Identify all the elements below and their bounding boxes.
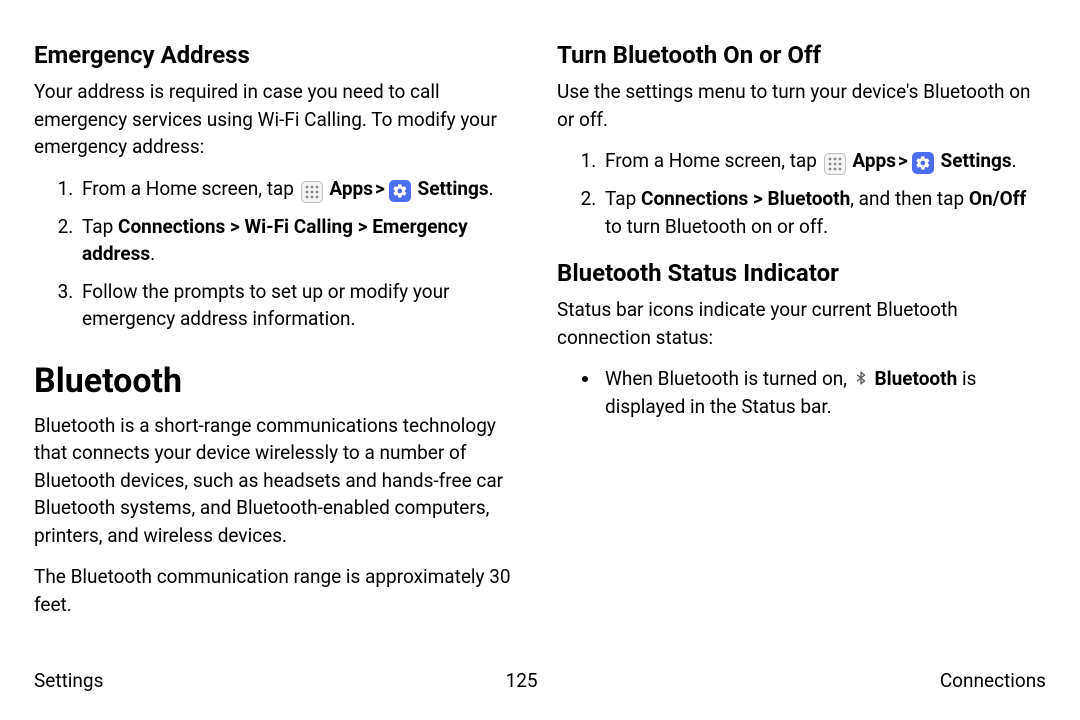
bt-status-bullet: When Bluetooth is turned on, Bluetooth i… — [601, 365, 1046, 420]
apps-label: Apps — [329, 177, 373, 200]
bullet-bold: Bluetooth — [874, 367, 957, 390]
step-suffix: . — [150, 242, 155, 265]
footer-right: Connections — [940, 669, 1046, 692]
step-bold: Connections > Wi-Fi Calling > Emergency … — [82, 215, 468, 266]
bluetooth-icon — [852, 369, 870, 387]
two-column-layout: Emergency Address Your address is requir… — [34, 38, 1046, 632]
left-column: Emergency Address Your address is requir… — [34, 38, 523, 632]
page-footer: Settings 125 Connections — [34, 669, 1046, 692]
step-bold-2: On/Off — [969, 187, 1027, 210]
turn-bt-intro: Use the settings menu to turn your devic… — [557, 78, 1046, 133]
settings-icon — [389, 180, 411, 202]
emergency-intro: Your address is required in case you nee… — [34, 78, 523, 161]
step-text: From a Home screen, tap — [605, 149, 822, 172]
step-text: From a Home screen, tap — [82, 177, 299, 200]
bluetooth-para-2: The Bluetooth communication range is app… — [34, 563, 523, 618]
bt-status-heading: Bluetooth Status Indicator — [557, 258, 1046, 288]
turn-bt-heading: Turn Bluetooth On or Off — [557, 40, 1046, 70]
step-text: Tap — [82, 215, 118, 238]
apps-icon — [824, 153, 846, 175]
apps-label: Apps — [852, 149, 896, 172]
turn-bt-steps: From a Home screen, tap Apps> Settings. … — [557, 147, 1046, 240]
bullet-prefix: When Bluetooth is turned on, — [605, 367, 852, 390]
bt-status-list: When Bluetooth is turned on, Bluetooth i… — [557, 365, 1046, 420]
footer-page-number: 125 — [506, 669, 538, 692]
step-text: to turn Bluetooth on or off. — [605, 215, 828, 238]
settings-icon — [912, 152, 934, 174]
settings-label: Settings — [418, 177, 489, 200]
emergency-steps: From a Home screen, tap Apps> Settings. … — [34, 175, 523, 333]
apps-icon — [301, 181, 323, 203]
emergency-heading: Emergency Address — [34, 40, 523, 70]
right-column: Turn Bluetooth On or Off Use the setting… — [557, 38, 1046, 632]
bluetooth-heading: Bluetooth — [34, 361, 523, 402]
turn-bt-step-1: From a Home screen, tap Apps> Settings. — [601, 147, 1046, 175]
step-bold-1: Connections > Bluetooth — [641, 187, 850, 210]
chevron-icon: > — [375, 177, 385, 200]
bluetooth-para-1: Bluetooth is a short-range communication… — [34, 412, 523, 550]
step-text: Tap — [605, 187, 641, 210]
chevron-icon: > — [898, 149, 908, 172]
settings-label: Settings — [941, 149, 1012, 172]
bt-status-intro: Status bar icons indicate your current B… — [557, 296, 1046, 351]
emergency-step-1: From a Home screen, tap Apps> Settings. — [78, 175, 523, 203]
emergency-step-2: Tap Connections > Wi-Fi Calling > Emerge… — [78, 213, 523, 268]
turn-bt-step-2: Tap Connections > Bluetooth, and then ta… — [601, 185, 1046, 240]
emergency-step-3: Follow the prompts to set up or modify y… — [78, 278, 523, 333]
footer-left: Settings — [34, 669, 103, 692]
step-text: , and then tap — [850, 187, 969, 210]
